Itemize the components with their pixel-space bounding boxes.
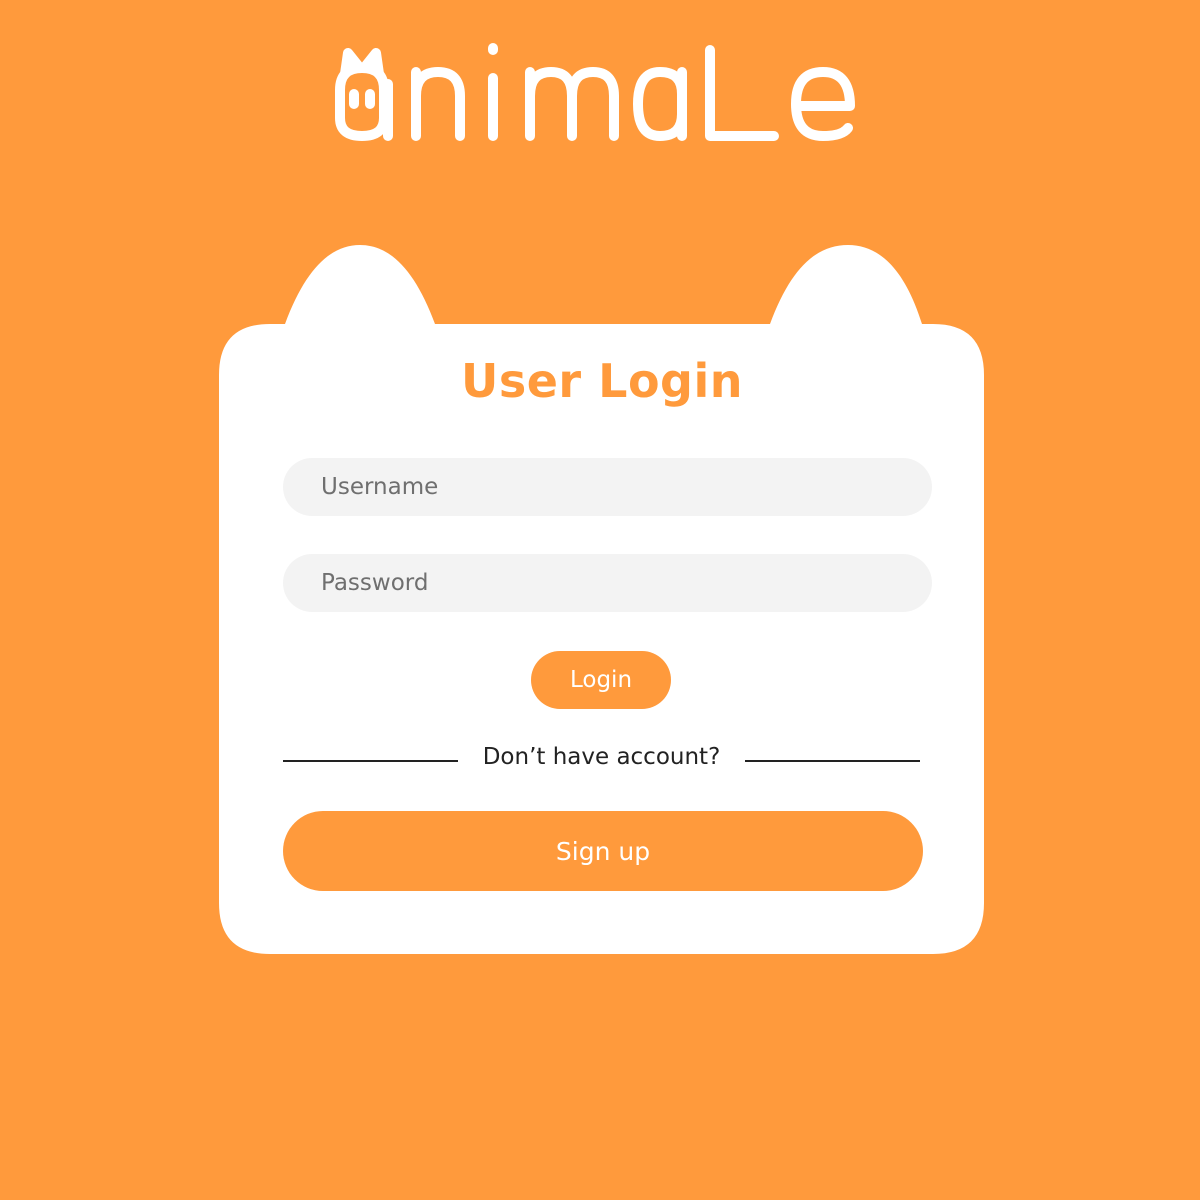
divider-line-left bbox=[283, 760, 458, 762]
login-page: { "app": { "logo_text": "animaLe" }, "lo… bbox=[0, 0, 1200, 1200]
signup-button[interactable]: Sign up bbox=[283, 811, 923, 891]
username-input[interactable] bbox=[283, 458, 932, 516]
login-form: User Login Login Don’t have account? Sig… bbox=[220, 324, 984, 954]
login-button[interactable]: Login bbox=[531, 651, 671, 709]
password-input[interactable] bbox=[283, 554, 932, 612]
page-title: User Login bbox=[461, 354, 743, 408]
divider-line-right bbox=[745, 760, 920, 762]
signup-prompt: Don’t have account? bbox=[482, 744, 721, 770]
